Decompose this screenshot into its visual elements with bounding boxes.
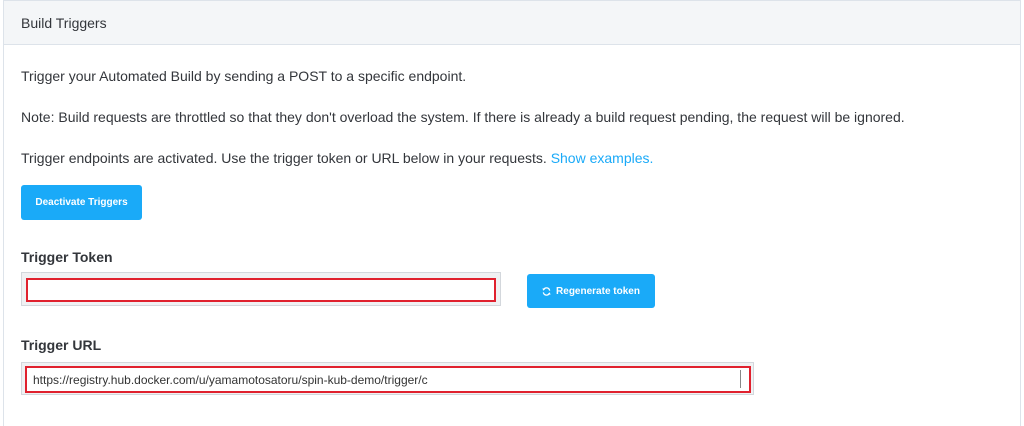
build-triggers-panel: Build Triggers Trigger your Automated Bu… — [3, 0, 1021, 426]
trigger-url-field-wrapper: https://registry.hub.docker.com/u/yamamo… — [21, 362, 754, 395]
trigger-token-input[interactable] — [26, 278, 496, 302]
url-field-edge — [740, 370, 741, 388]
trigger-url-value: https://registry.hub.docker.com/u/yamamo… — [33, 373, 428, 387]
regenerate-token-button[interactable]: Regenerate token — [527, 274, 655, 308]
regenerate-token-label: Regenerate token — [556, 285, 640, 297]
trigger-token-field-wrapper — [21, 272, 501, 306]
intro-text: Trigger your Automated Build by sending … — [21, 68, 467, 84]
deactivate-triggers-label: Deactivate Triggers — [35, 197, 128, 208]
refresh-icon — [542, 286, 551, 296]
show-examples-link[interactable]: Show examples. — [551, 150, 654, 166]
deactivate-triggers-button[interactable]: Deactivate Triggers — [21, 185, 142, 220]
trigger-token-label: Trigger Token — [21, 249, 113, 265]
status-text: Trigger endpoints are activated. Use the… — [21, 150, 547, 166]
trigger-url-input[interactable]: https://registry.hub.docker.com/u/yamamo… — [25, 366, 751, 393]
panel-header: Build Triggers — [4, 1, 1020, 45]
panel-title: Build Triggers — [21, 15, 107, 31]
throttle-note: Note: Build requests are throttled so th… — [21, 109, 905, 125]
status-line: Trigger endpoints are activated. Use the… — [21, 150, 653, 166]
trigger-url-label: Trigger URL — [21, 337, 102, 353]
